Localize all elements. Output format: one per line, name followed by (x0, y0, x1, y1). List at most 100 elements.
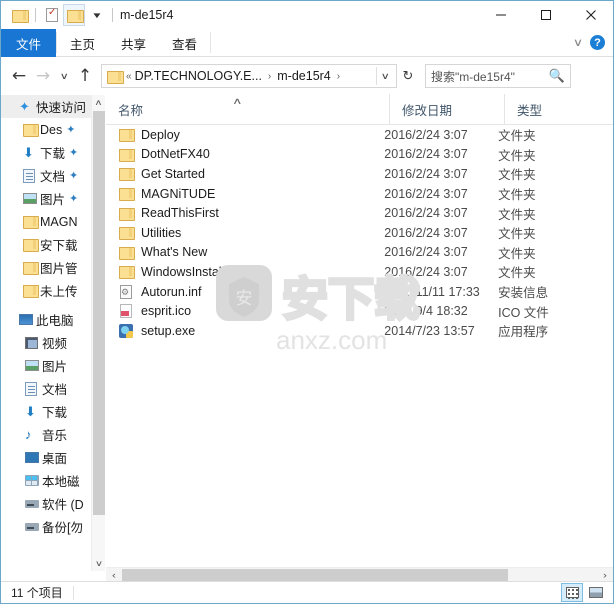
sidebar-item-this-pc[interactable]: 此电脑 (1, 308, 105, 331)
file-type: 安装信息 (498, 286, 549, 301)
scrollbar-thumb[interactable] (122, 568, 508, 582)
table-row[interactable]: Utilities 2016/2/24 3:07 文件夹 (106, 223, 606, 243)
breadcrumb-item-1[interactable]: m-de15r4 (277, 69, 331, 83)
file-type: 文件夹 (498, 148, 536, 163)
chevron-right-icon[interactable]: › (337, 71, 340, 82)
pin-icon: ✦ (66, 124, 76, 136)
breadcrumb-item-0[interactable]: DP.TECHNOLOGY.E... (135, 69, 262, 83)
sidebar-item-drive-d[interactable]: 软件 (D (1, 492, 105, 515)
refresh-button[interactable]: ↻ (397, 68, 419, 84)
scroll-down-icon[interactable]: ∨ (89, 556, 105, 571)
file-type: 应用程序 (498, 325, 549, 340)
drive-icon (25, 522, 42, 531)
file-list: Deploy 2016/2/24 3:07 文件夹 DotNetFX40 201… (106, 125, 606, 567)
chevron-down-icon[interactable]: ▼ (85, 4, 107, 26)
file-name: setup.exe (141, 323, 196, 338)
star-pin-icon: ✦ (19, 98, 30, 114)
back-button[interactable]: ← (7, 64, 31, 88)
file-date: 2016/2/24 3:07 (384, 147, 468, 162)
maximize-button[interactable] (523, 1, 568, 29)
folder-icon (23, 262, 40, 275)
horizontal-scrollbar[interactable]: ‹ › (106, 567, 613, 582)
chevron-down-icon[interactable]: ∨ (573, 36, 583, 49)
sidebar-item-pictures[interactable]: 图片 ✦ (1, 187, 105, 210)
file-date: 2014/7/23 13:57 (384, 323, 475, 338)
tab-home[interactable]: 主页 (57, 29, 108, 57)
scroll-up-icon[interactable]: ∧ (89, 95, 105, 110)
search-icon[interactable]: 🔍 (549, 68, 565, 84)
sidebar-item-desktop-pc[interactable]: 桌面 (1, 446, 105, 469)
tab-share[interactable]: 共享 (108, 29, 159, 57)
table-row[interactable]: DotNetFX40 2016/2/24 3:07 文件夹 (106, 145, 606, 165)
sidebar-item-videos[interactable]: 视频 (1, 331, 105, 354)
sidebar-item-local-disk[interactable]: 本地磁 (1, 469, 105, 492)
sidebar-item-label: 本地磁 (42, 475, 80, 489)
tab-file[interactable]: 文件 (1, 29, 57, 57)
close-button[interactable] (568, 1, 613, 29)
search-input[interactable]: 搜索"m-de15r4" 🔍 (425, 64, 571, 88)
folder-icon (23, 239, 40, 252)
folder-icon[interactable] (8, 4, 30, 26)
item-count-label: 11 个项目 (11, 586, 63, 600)
sidebar-item-downloads-pc[interactable]: ⬇ 下载 (1, 400, 105, 423)
divider (210, 32, 212, 53)
sidebar-item-backup-drive[interactable]: 备份[勿 (1, 515, 105, 538)
status-bar: 11 个项目 (1, 581, 613, 603)
column-header-date[interactable]: 修改日期 (389, 94, 504, 124)
sidebar-item-downloads[interactable]: ⬇ 下载 ✦ (1, 141, 105, 164)
divider (112, 8, 113, 22)
table-row[interactable]: WindowsInstaller3_1 2016/2/24 3:07 文件夹 (106, 262, 606, 282)
table-row[interactable]: setup.exe 2014/7/23 13:57 应用程序 (106, 321, 606, 341)
breadcrumb-overflow[interactable]: « (126, 71, 132, 82)
folder-icon (118, 188, 135, 202)
new-folder-icon[interactable] (63, 4, 85, 26)
scroll-right-icon[interactable]: › (595, 570, 613, 580)
tab-view[interactable]: 查看 (159, 29, 210, 57)
scrollbar-thumb[interactable] (93, 111, 105, 515)
large-icons-view-button[interactable] (585, 583, 607, 602)
address-dropdown-icon[interactable]: ∨ (374, 71, 397, 82)
sidebar-item-pictures-pc[interactable]: 图片 (1, 354, 105, 377)
sidebar-item-label: 下载 (42, 406, 68, 420)
table-row[interactable]: Get Started 2016/2/24 3:07 文件夹 (106, 164, 606, 184)
sidebar-item-not-uploaded[interactable]: 未上传 (1, 279, 105, 302)
forward-button[interactable]: → (31, 64, 55, 88)
explorer-window: ▼ m-de15r4 文件 主页 共享 查看 ∨ ? (0, 0, 614, 604)
up-button[interactable]: ↑ (73, 64, 97, 88)
ribbon-right-controls: ∨ ? (573, 29, 613, 56)
table-row[interactable]: What's New 2016/2/24 3:07 文件夹 (106, 243, 606, 263)
sidebar-item-picture-manage[interactable]: 图片管 (1, 256, 105, 279)
documents-icon (25, 381, 42, 396)
sidebar-item-desktop[interactable]: Des ✦ (1, 118, 105, 141)
column-header-type[interactable]: 类型 (504, 94, 613, 124)
table-row[interactable]: Deploy 2016/2/24 3:07 文件夹 (106, 125, 606, 145)
file-type: 文件夹 (498, 227, 536, 242)
column-header-name[interactable]: 名称 ∧ (106, 94, 389, 124)
sidebar-item-anxiazai[interactable]: 安下载 (1, 233, 105, 256)
pin-icon: ✦ (69, 170, 79, 182)
recent-locations-button[interactable]: ∨ (55, 64, 73, 88)
table-row[interactable]: esprit.ico 2015/9/4 18:32 ICO 文件 (106, 301, 606, 321)
sidebar-item-documents[interactable]: 文档 ✦ (1, 164, 105, 187)
file-name: MAGNiTUDE (141, 186, 216, 201)
properties-icon[interactable] (41, 4, 63, 26)
table-row[interactable]: MAGNiTUDE 2016/2/24 3:07 文件夹 (106, 184, 606, 204)
chevron-right-icon[interactable]: › (268, 71, 271, 82)
sidebar-item-music[interactable]: ♪ 音乐 (1, 423, 105, 446)
folder-icon (23, 124, 40, 137)
help-icon[interactable]: ? (590, 35, 605, 50)
file-type: 文件夹 (498, 266, 536, 281)
sidebar-item-label: 备份[勿 (42, 521, 83, 535)
videos-icon (25, 336, 42, 349)
sidebar-item-magn[interactable]: MAGN (1, 210, 105, 233)
minimize-button[interactable] (478, 1, 523, 29)
navigation-pane-scrollbar[interactable]: ∧ ∨ (91, 95, 105, 571)
sort-ascending-icon: ∧ (232, 96, 243, 106)
table-row[interactable]: Autorun.inf 2015/11/11 17:33 安装信息 (106, 282, 606, 302)
breadcrumb[interactable]: « DP.TECHNOLOGY.E... › m-de15r4 › ∨ (101, 64, 397, 88)
pictures-icon (23, 193, 40, 204)
details-view-button[interactable] (561, 583, 583, 602)
table-row[interactable]: ReadThisFirst 2016/2/24 3:07 文件夹 (106, 203, 606, 223)
sidebar-item-documents-pc[interactable]: 文档 (1, 377, 105, 400)
sidebar-item-label: 图片管 (40, 262, 78, 276)
